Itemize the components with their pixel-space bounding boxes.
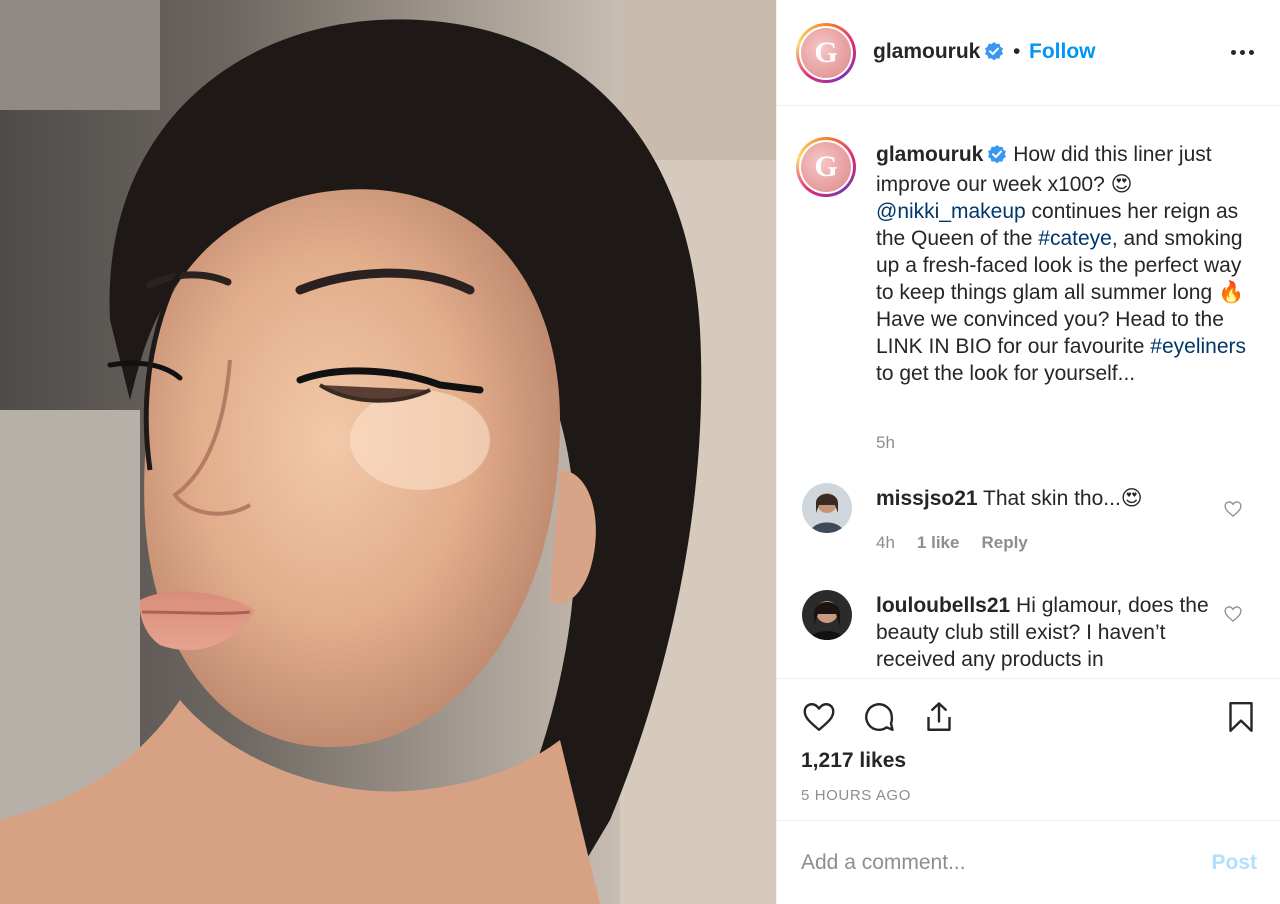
comment-text: missjso21 That skin tho...😍 <box>876 485 1216 512</box>
comment-like-heart-icon[interactable] <box>1223 604 1243 624</box>
header-separator: • <box>1013 40 1021 63</box>
verified-badge-icon <box>987 144 1007 171</box>
post-timestamp[interactable]: 5 HOURS AGO <box>801 787 911 804</box>
comment-text: louloubells21 Hi glamour, does the beaut… <box>876 592 1216 673</box>
commenter-avatar[interactable] <box>802 590 852 640</box>
caption-mention-link[interactable]: @nikki_makeup <box>876 200 1026 223</box>
add-comment-input[interactable] <box>801 847 1181 879</box>
comment-time[interactable]: 4h <box>876 533 895 553</box>
post-actions: 1,217 likes 5 HOURS AGO <box>777 678 1280 820</box>
author-username[interactable]: glamouruk <box>873 40 1004 67</box>
verified-badge-icon <box>984 41 1004 67</box>
post-photo <box>0 0 776 904</box>
comment-meta: 4h 1 like Reply <box>876 533 1028 553</box>
comment-reply-button[interactable]: Reply <box>981 533 1027 553</box>
author-username-text: glamouruk <box>873 40 981 63</box>
caption-hashtag-eyeliners[interactable]: #eyeliners <box>1150 335 1246 358</box>
comment-like-heart-icon[interactable] <box>1223 499 1243 519</box>
more-options-icon[interactable] <box>1227 42 1257 62</box>
comment-username[interactable]: louloubells21 <box>876 594 1010 617</box>
comment-icon[interactable] <box>861 699 897 735</box>
caption-text-4: to get the look for yourself... <box>876 362 1136 385</box>
comments-area[interactable]: G glamouruk How did this liner just impr… <box>777 107 1280 678</box>
share-icon[interactable] <box>921 699 957 735</box>
caption-username[interactable]: glamouruk <box>876 143 983 166</box>
comment-username[interactable]: missjso21 <box>876 487 978 510</box>
bookmark-icon[interactable] <box>1223 699 1259 735</box>
likes-count[interactable]: 1,217 likes <box>801 749 906 773</box>
avatar-letter: G <box>801 142 851 192</box>
post-header: G glamouruk • Follow <box>777 0 1280 106</box>
comment-body: That skin tho...😍 <box>983 487 1143 510</box>
author-avatar[interactable]: G <box>796 23 856 83</box>
post-comment-button[interactable]: Post <box>1211 851 1257 875</box>
portrait-photo <box>0 0 776 904</box>
follow-button[interactable]: Follow <box>1029 40 1096 64</box>
caption-author-avatar[interactable]: G <box>796 137 856 197</box>
post-side-panel: G glamouruk • Follow G glamouruk How did… <box>776 0 1280 904</box>
comment-likes[interactable]: 1 like <box>917 533 960 553</box>
post-caption: glamouruk How did this liner just improv… <box>876 141 1256 387</box>
avatar-letter: G <box>801 28 851 78</box>
commenter-avatar[interactable] <box>802 483 852 533</box>
caption-hashtag-cateye[interactable]: #cateye <box>1038 227 1112 250</box>
add-comment-bar: Post <box>777 820 1280 904</box>
caption-timestamp[interactable]: 5h <box>876 433 895 453</box>
heart-icon[interactable] <box>801 699 837 735</box>
